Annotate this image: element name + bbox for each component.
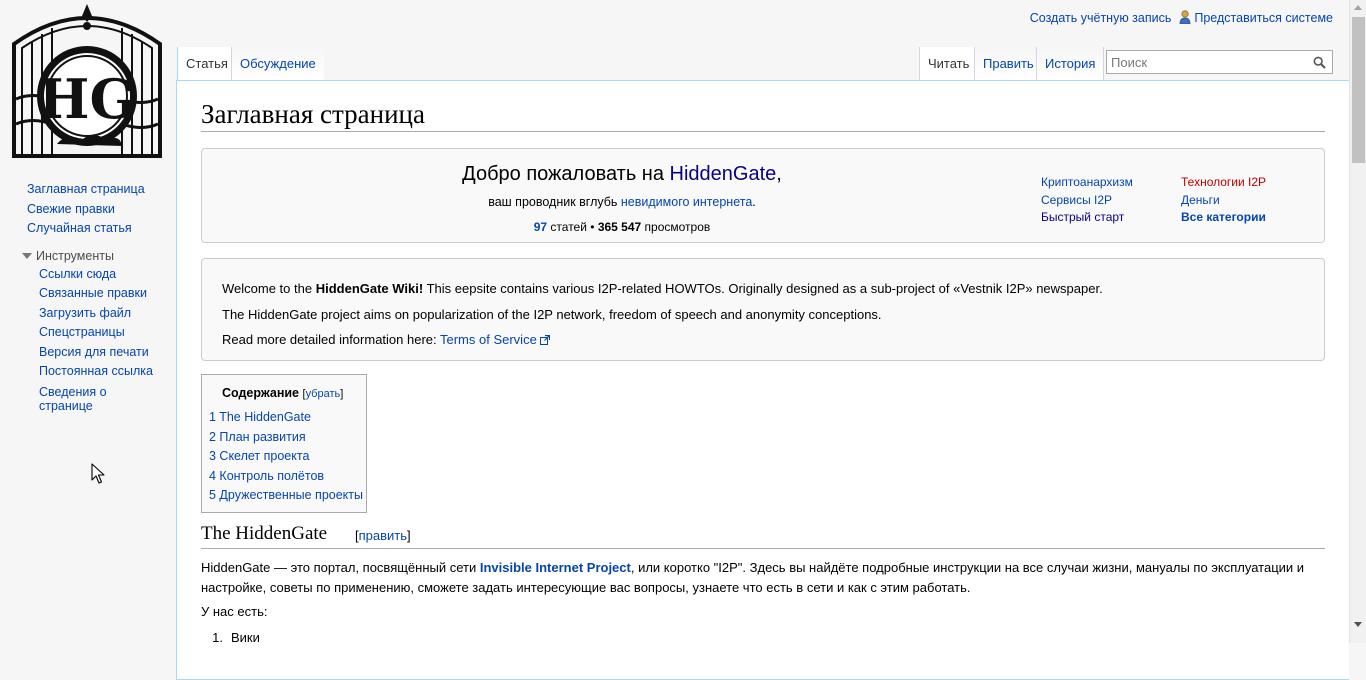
sidebar: Заглавная страница Свежие правки Случайн… [0,180,176,413]
intro-prefix: HiddenGate — это портал, посвящённый сет… [201,560,480,575]
section-edit: [править] [355,528,411,543]
mouse-cursor-icon [91,463,105,485]
sidebar-navigation: Заглавная страница Свежие правки Случайн… [0,180,176,239]
hiddengate-logo-icon: HG [12,4,162,158]
wiki-name: HiddenGate Wiki! [315,281,424,296]
info-line-3-prefix: Read more detailed information here: [222,332,440,347]
sidebar-item-recent-changes[interactable]: Свежие правки [0,200,176,220]
info-line-2: The HiddenGate project aims on populariz… [222,307,882,322]
tab-discussion[interactable]: Обсуждение [231,47,324,81]
toc-title: Содержание [убрать] [222,386,343,400]
sidebar-item-related-changes[interactable]: Связанные правки [0,284,176,304]
toc-toggle: [убрать] [303,388,344,400]
welcome-stats: 97 статей • 365 547 просмотров [202,220,1042,234]
info-box: Welcome to the HiddenGate Wiki! This eep… [201,258,1325,361]
search-box [1106,50,1333,74]
user-icon [1179,10,1191,25]
tab-edit[interactable]: Править [974,47,1042,81]
scroll-up-arrow-icon[interactable] [1354,5,1362,10]
tools-heading[interactable]: Инструменты [0,248,176,265]
intro-paragraph: HiddenGate — это портал, посвящённый сет… [201,558,1311,598]
views-label: просмотров [641,220,711,234]
sidebar-item-printable-version[interactable]: Версия для печати [0,343,176,363]
section-edit-link[interactable]: править [359,528,407,543]
quicklink-i2p-services[interactable]: Сервисы I2P [1041,193,1112,207]
info-line-1-prefix: Welcome to the [222,281,316,296]
articles-label: статей • [547,220,598,234]
toc-hide-link[interactable]: убрать [306,388,341,400]
section-edit-close: ] [407,528,411,543]
title-divider [201,131,1325,132]
create-account-link[interactable]: Создать учётную запись [1030,11,1172,25]
welcome-suffix: , [776,163,782,185]
toc-link-hiddengate[interactable]: 1 The HiddenGate [209,410,311,424]
search-icon[interactable] [1313,56,1326,69]
site-logo[interactable]: HG [12,4,162,160]
toc-link-project-skeleton[interactable]: 3 Скелет проекта [209,449,309,463]
we-have-paragraph: У нас есть: [201,604,268,619]
info-line-1: Welcome to the HiddenGate Wiki! This eep… [222,281,1103,296]
toc-item: 5 Дружественные проекты [209,486,363,506]
articles-count-link[interactable]: 97 [534,220,547,234]
sidebar-item-page-info[interactable]: Сведения о странице [0,382,140,413]
tab-article[interactable]: Статья [177,47,236,81]
search-input[interactable] [1107,51,1302,73]
table-of-contents: Содержание [убрать] 1 The HiddenGate 2 П… [201,374,367,513]
welcome-sub-suffix: . [752,195,756,209]
tab-history[interactable]: История [1036,47,1105,81]
login-group: Представиться системе [1179,10,1333,25]
sidebar-item-permanent-link[interactable]: Постоянная ссылка [0,362,176,382]
toc-item: 4 Контроль полётов [209,467,363,487]
tools-heading-label: Инструменты [36,248,114,263]
welcome-subtitle: ваш проводник вглубь невидимого интернет… [202,195,1042,209]
invisible-internet-link[interactable]: невидимого интернета [621,195,752,209]
sidebar-item-what-links-here[interactable]: Ссылки сюда [0,265,176,285]
info-line-1-suffix: This eepsite contains various I2P-relate… [423,281,1103,296]
welcome-sub-prefix: ваш проводник вглубь [488,195,621,209]
info-line-3: Read more detailed information here: Ter… [222,332,550,347]
collapse-triangle-icon [22,253,32,259]
toc-list: 1 The HiddenGate 2 План развития 3 Скеле… [209,408,363,506]
site-name-link[interactable]: HiddenGate [670,163,777,185]
quicklink-all-categories[interactable]: Все категории [1181,210,1266,224]
main-content: Заглавная страница Добро пожаловать на H… [176,80,1349,680]
scroll-down-arrow-icon[interactable] [1354,622,1362,627]
sidebar-item-random-article[interactable]: Случайная статья [0,219,176,239]
terms-of-service-link[interactable]: Terms of Service [440,332,537,347]
welcome-box: Добро пожаловать на HiddenGate, ваш пров… [201,148,1325,243]
quicklink-i2p-technologies[interactable]: Технологии I2P [1181,175,1266,189]
toc-item: 2 План развития [209,428,363,448]
views-count: 365 547 [597,220,642,234]
sidebar-item-main-page[interactable]: Заглавная страница [0,180,176,200]
tab-view[interactable]: Читать [919,47,978,81]
welcome-prefix: Добро пожаловать на [462,163,670,185]
section-title: The HiddenGate [201,523,328,544]
toc-heading: Содержание [222,386,300,400]
external-link-icon [539,333,550,345]
welcome-heading: Добро пожаловать на HiddenGate, [202,163,1042,186]
sidebar-item-upload-file[interactable]: Загрузить файл [0,304,176,324]
quicklink-quick-start[interactable]: Быстрый старт [1041,210,1124,224]
toc-item: 1 The HiddenGate [209,408,363,428]
personal-tools: Создать учётную запись Представиться сис… [1030,10,1333,25]
toc-item: 3 Скелет проекта [209,447,363,467]
toc-toggle-close: ] [340,388,344,400]
toc-link-flight-control[interactable]: 4 Контроль полётов [209,469,324,483]
quicklink-crypto-anarchism[interactable]: Криптоанархизм [1041,175,1133,189]
scrollbar-thumb[interactable] [1352,17,1365,163]
svg-text:HG: HG [38,67,135,131]
toc-link-development-plan[interactable]: 2 План развития [209,430,306,444]
invisible-internet-project-link[interactable]: Invisible Internet Project [480,560,631,575]
quicklink-money[interactable]: Деньги [1181,193,1220,207]
section-heading: The HiddenGate [править] [201,523,1325,549]
sidebar-tools: Ссылки сюда Связанные правки Загрузить ф… [0,265,176,413]
vertical-scrollbar[interactable] [1349,0,1366,643]
login-link[interactable]: Представиться системе [1194,11,1333,25]
toc-link-friendly-projects[interactable]: 5 Дружественные проекты [209,488,363,502]
page-title: Заглавная страница [201,99,425,129]
sidebar-item-special-pages[interactable]: Спецстраницы [0,323,176,343]
